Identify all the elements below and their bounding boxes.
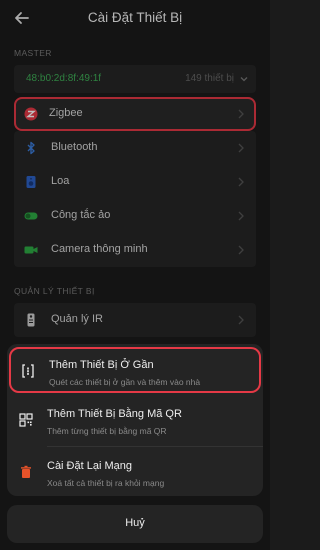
add-device-by-qr-action[interactable]: Thêm Thiết Bị Bằng Mã QR Thêm từng thiết… xyxy=(7,396,263,446)
reset-network-action[interactable]: Cài Đặt Lại Mạng Xoá tất cả thiết bị ra … xyxy=(7,448,263,496)
scan-nearby-icon xyxy=(22,364,34,378)
action-subtitle: Quét các thiết bị ở gần và thêm vào nhà xyxy=(49,377,201,387)
add-nearby-device-action[interactable]: Thêm Thiết Bị Ở Gần Quét các thiết bị ở … xyxy=(9,347,261,393)
cancel-button[interactable]: Huỷ xyxy=(7,505,263,543)
qr-code-icon xyxy=(19,413,33,427)
trash-icon xyxy=(21,465,31,478)
action-sheet: Thêm Thiết Bị Ở Gần Quét các thiết bị ở … xyxy=(7,344,263,496)
divider xyxy=(47,446,263,447)
action-title: Thêm Thiết Bị Ở Gần xyxy=(49,359,154,371)
action-title: Cài Đặt Lại Mạng xyxy=(47,460,132,472)
cancel-label: Huỷ xyxy=(125,517,145,529)
action-subtitle: Xoá tất cả thiết bị ra khỏi mạng xyxy=(47,478,165,488)
action-subtitle: Thêm từng thiết bị bằng mã QR xyxy=(47,426,167,436)
action-title: Thêm Thiết Bị Bằng Mã QR xyxy=(47,408,182,420)
